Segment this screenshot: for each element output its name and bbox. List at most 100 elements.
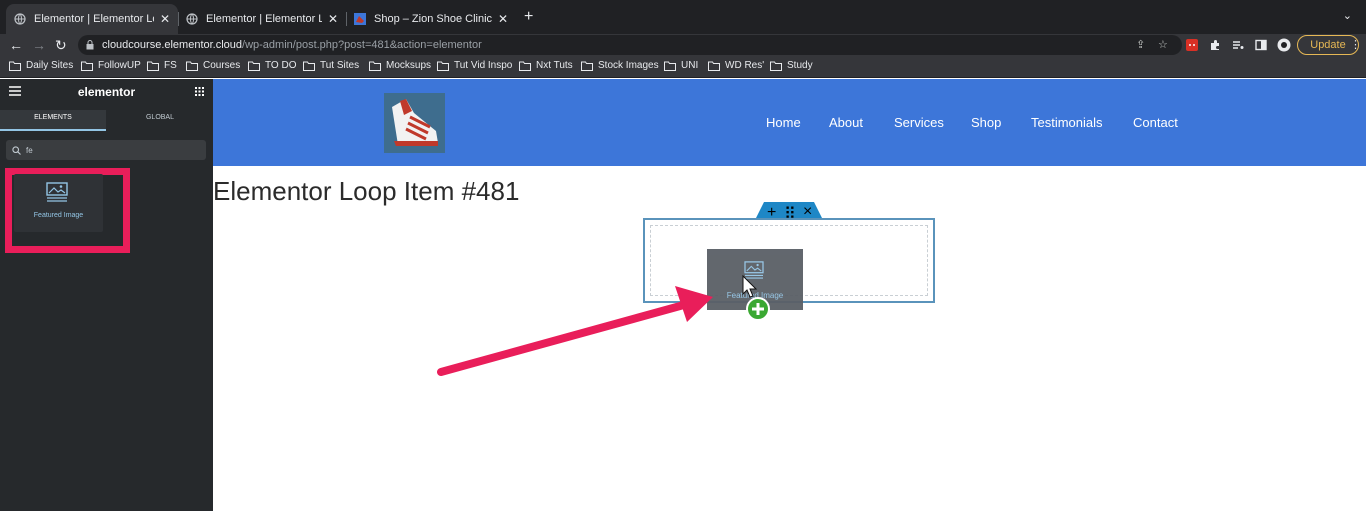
bookmark-label: Stock Images	[598, 60, 659, 71]
nav-about[interactable]: About	[829, 115, 863, 130]
bookmark-label: FS	[164, 60, 177, 71]
puzzle-extensions-icon[interactable]	[1209, 39, 1221, 51]
profile-avatar-icon[interactable]	[1277, 37, 1291, 53]
nav-home[interactable]: Home	[766, 115, 801, 130]
widget-label: Featured Image	[33, 212, 84, 219]
lock-icon	[86, 40, 94, 50]
globe-icon	[186, 13, 198, 25]
nav-contact[interactable]: Contact	[1133, 115, 1178, 130]
bookmark-folder[interactable]: Tut Vid Inspo	[437, 60, 512, 71]
bookmark-label: Tut Sites	[320, 60, 360, 71]
browser-tab-title: Elementor | Elementor Loop Ite	[34, 13, 154, 25]
bookmark-label: TO DO	[265, 60, 297, 71]
page-title: Elementor Loop Item #481	[213, 176, 520, 206]
site-nav: Testimonials	[1031, 115, 1103, 130]
bookmark-label: UNI	[681, 60, 699, 71]
address-bar[interactable]: cloudcourse.elementor.cloud/wp-admin/pos…	[78, 35, 1182, 55]
folder-icon	[9, 61, 21, 71]
folder-icon	[81, 61, 93, 71]
panel-tabs: ELEMENTS GLOBAL	[0, 110, 213, 131]
url-host: cloudcourse.elementor.cloud	[102, 39, 243, 51]
side-panel-icon[interactable]	[1255, 39, 1267, 51]
widgets-grid-icon[interactable]	[195, 87, 204, 96]
forward-arrow-icon[interactable]: →	[32, 36, 46, 54]
more-menu-icon[interactable]: ⋮	[1350, 38, 1361, 51]
bookmark-folder[interactable]: FollowUP	[81, 60, 141, 71]
globe-icon	[14, 13, 26, 25]
bookmark-folder[interactable]: Tut Sites	[303, 60, 359, 71]
url-path: /wp-admin/post.php?post=481&action=eleme…	[242, 39, 482, 51]
folder-icon	[437, 61, 449, 71]
tab-global[interactable]: GLOBAL	[107, 110, 213, 131]
folder-icon	[770, 61, 782, 71]
search-value: fe	[26, 145, 33, 155]
bookmark-folder[interactable]: TO DO	[248, 60, 296, 71]
back-arrow-icon[interactable]: ←	[9, 36, 23, 54]
bookmark-folder[interactable]: Stock Images	[581, 60, 659, 71]
close-tab-icon[interactable]: ✕	[328, 12, 338, 26]
bookmarks-bar: Daily Sites FollowUP FS Courses TO DO Tu…	[0, 56, 1366, 78]
folder-icon	[708, 61, 720, 71]
shoe-favicon-icon	[354, 13, 366, 25]
bookmark-label: Courses	[203, 60, 241, 71]
folder-icon	[369, 61, 381, 71]
browser-tab-title: Elementor | Elementor Loop #3	[206, 13, 322, 25]
bookmark-folder[interactable]: Nxt Tuts	[519, 60, 573, 71]
bookmark-label: Mocksups	[386, 60, 432, 71]
reload-icon[interactable]: ↻	[55, 36, 67, 54]
site-nav: Services	[894, 115, 944, 130]
drag-label: Featured Image	[726, 291, 784, 300]
bookmark-folder[interactable]: Courses	[186, 60, 240, 71]
nav-testimonials[interactable]: Testimonials	[1031, 115, 1103, 130]
folder-icon	[248, 61, 260, 71]
bookmark-folder[interactable]: Mocksups	[369, 60, 431, 71]
tab-search-button[interactable]: ⌄	[1343, 9, 1352, 22]
bookmark-folder[interactable]: Daily Sites	[9, 60, 73, 71]
new-tab-button[interactable]: +	[524, 8, 533, 26]
browser-tab-2[interactable]: Elementor | Elementor Loop #3 ✕	[178, 4, 346, 34]
share-icon[interactable]: ⇪	[1136, 38, 1145, 51]
featured-image-widget[interactable]: Featured Image	[14, 174, 103, 232]
featured-image-icon	[744, 261, 764, 279]
nav-services[interactable]: Services	[894, 115, 944, 130]
site-nav: Contact	[1133, 115, 1178, 130]
folder-icon	[664, 61, 676, 71]
site-header: Home About Services Shop Testimonials Co…	[213, 79, 1366, 166]
close-tab-icon[interactable]: ✕	[498, 12, 508, 26]
bookmark-folder[interactable]: Study	[770, 60, 813, 71]
tab-elements[interactable]: ELEMENTS	[0, 110, 106, 131]
bookmark-label: FollowUP	[98, 60, 141, 71]
bookmark-label: Study	[787, 60, 813, 71]
folder-icon	[186, 61, 198, 71]
site-nav: Shop	[971, 115, 1001, 130]
panel-header: elementor	[0, 79, 213, 106]
bookmark-folder[interactable]: WD Res'	[708, 60, 764, 71]
featured-image-icon	[46, 182, 68, 202]
site-nav: About	[829, 115, 863, 130]
site-nav: Home	[766, 115, 801, 130]
shoe-logo[interactable]	[384, 93, 445, 153]
browser-toolbar: ← → ↻ cloudcourse.elementor.cloud/wp-adm…	[0, 34, 1366, 56]
bookmark-star-icon[interactable]: ☆	[1158, 38, 1168, 51]
nav-shop[interactable]: Shop	[971, 115, 1001, 130]
bookmark-label: WD Res'	[725, 60, 765, 71]
folder-icon	[147, 61, 159, 71]
bookmark-label: Nxt Tuts	[536, 60, 573, 71]
folder-icon	[581, 61, 593, 71]
elementor-panel: elementor ELEMENTS GLOBAL fe Featured Im…	[0, 79, 213, 511]
browser-tab-strip: Elementor | Elementor Loop Ite ✕ Element…	[0, 0, 1366, 34]
close-tab-icon[interactable]: ✕	[160, 12, 170, 26]
bookmark-folder[interactable]: FS	[147, 60, 177, 71]
widget-search-input[interactable]: fe	[6, 140, 206, 160]
browser-tab-1[interactable]: Elementor | Elementor Loop Ite ✕	[6, 4, 178, 34]
bookmark-folder[interactable]: UNI	[664, 60, 698, 71]
browser-tab-title: Shop – Zion Shoe Clinic	[374, 13, 492, 25]
folder-icon	[303, 61, 315, 71]
folder-icon	[519, 61, 531, 71]
browser-tab-3[interactable]: Shop – Zion Shoe Clinic ✕	[346, 4, 516, 34]
reading-list-icon[interactable]	[1232, 39, 1244, 51]
search-icon	[12, 145, 21, 155]
extension-red-icon[interactable]	[1186, 39, 1198, 51]
bookmark-label: Daily Sites	[26, 60, 74, 71]
elementor-logo: elementor	[77, 85, 136, 99]
